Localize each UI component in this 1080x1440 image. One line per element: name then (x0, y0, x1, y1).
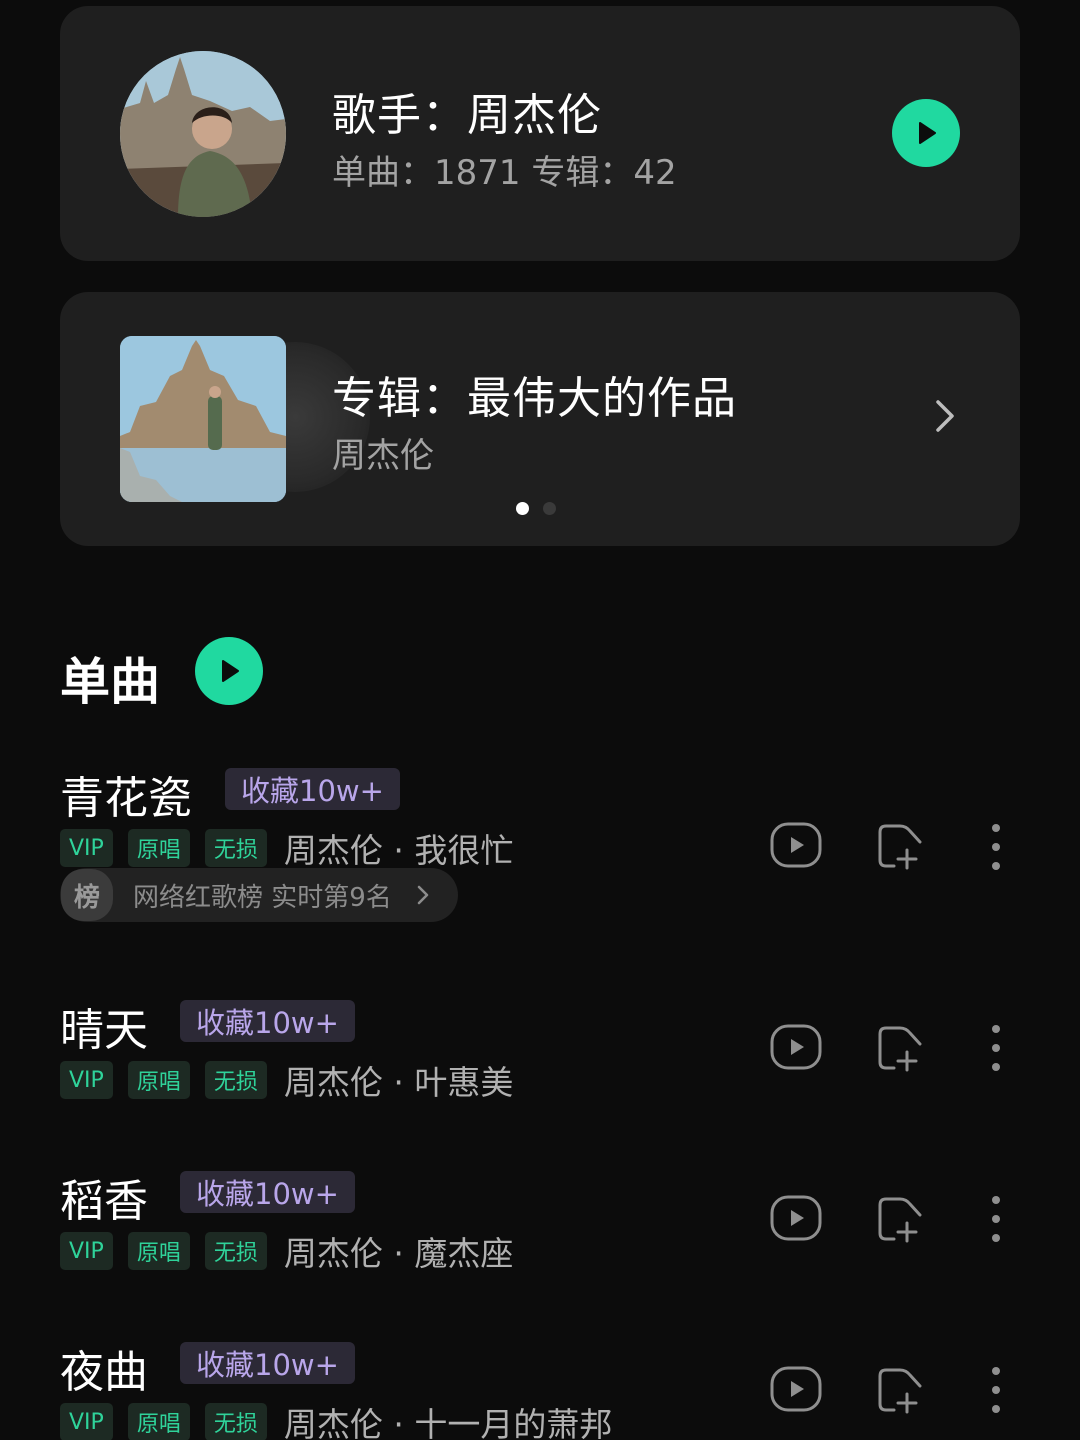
song-row[interactable]: 稻香 收藏10w+ VIP 原唱 无损 周杰伦 · 魔杰座 (60, 1165, 1020, 1275)
vip-tag: VIP (60, 829, 113, 867)
section-title: 单曲 (60, 653, 160, 711)
more-vertical-icon[interactable] (990, 1025, 1002, 1075)
vip-tag: VIP (60, 1232, 113, 1270)
album-title: 专辑：最伟大的作品 (332, 373, 737, 424)
song-tags: VIP 原唱 无损 周杰伦 · 十一月的萧邦 (60, 1398, 612, 1440)
play-icon (919, 122, 936, 144)
artist-card[interactable]: 歌手：周杰伦 单曲：1871 专辑：42 (60, 6, 1020, 261)
song-tags: VIP 原唱 无损 周杰伦 · 叶惠美 (60, 1056, 513, 1104)
lossless-tag: 无损 (204, 1403, 267, 1440)
carousel-dot-active (516, 502, 529, 515)
play-icon[interactable] (770, 822, 822, 872)
artist-search-page: 歌手：周杰伦 单曲：1871 专辑：42 专辑：最伟大的作品 周杰伦 单曲 青花… (0, 0, 1080, 1440)
play-all-button[interactable] (195, 637, 263, 705)
song-title: 青花瓷 (60, 773, 192, 824)
carousel-dot (543, 502, 556, 515)
add-to-playlist-icon[interactable] (876, 822, 926, 874)
lossless-tag: 无损 (204, 1232, 267, 1270)
song-row[interactable]: 晴天 收藏10w+ VIP 原唱 无损 周杰伦 · 叶惠美 (60, 994, 1020, 1104)
song-title: 稻香 (60, 1176, 148, 1227)
artist-title: 歌手：周杰伦 (332, 90, 602, 141)
album-artist: 周杰伦 (332, 436, 434, 476)
album-cover (120, 336, 286, 502)
original-tag: 原唱 (127, 1232, 190, 1270)
song-tags: VIP 原唱 无损 周杰伦 · 我很忙 (60, 824, 513, 872)
artist-play-button[interactable] (892, 99, 960, 167)
add-to-playlist-icon[interactable] (876, 1024, 926, 1076)
album-card[interactable]: 专辑：最伟大的作品 周杰伦 (60, 292, 1020, 546)
vip-tag: VIP (60, 1061, 113, 1099)
song-title: 夜曲 (60, 1347, 148, 1398)
lossless-tag: 无损 (204, 829, 267, 867)
play-icon (222, 660, 239, 682)
chevron-right-icon[interactable] (932, 396, 958, 440)
original-tag: 原唱 (127, 1061, 190, 1099)
song-artist-album: 周杰伦 · 我很忙 (283, 831, 514, 870)
original-tag: 原唱 (127, 829, 190, 867)
play-icon[interactable] (770, 1024, 822, 1074)
chart-rank-pill[interactable]: 榜 网络红歌榜 实时第9名 (60, 868, 458, 922)
song-row[interactable]: 夜曲 收藏10w+ VIP 原唱 无损 周杰伦 · 十一月的萧邦 (60, 1336, 1020, 1440)
song-tags: VIP 原唱 无损 周杰伦 · 魔杰座 (60, 1227, 513, 1275)
more-vertical-icon[interactable] (990, 824, 1002, 874)
vip-tag: VIP (60, 1403, 113, 1440)
play-icon[interactable] (770, 1195, 822, 1245)
carousel-indicator (516, 502, 556, 515)
artist-stats: 单曲：1871 专辑：42 (332, 153, 677, 193)
fav-count-badge: 收藏10w+ (180, 1171, 355, 1213)
original-tag: 原唱 (127, 1403, 190, 1440)
more-vertical-icon[interactable] (990, 1196, 1002, 1246)
fav-count-badge: 收藏10w+ (180, 1000, 355, 1042)
more-vertical-icon[interactable] (990, 1367, 1002, 1417)
song-artist-album: 周杰伦 · 叶惠美 (283, 1063, 514, 1102)
play-icon[interactable] (770, 1366, 822, 1416)
song-row[interactable]: 青花瓷 收藏10w+ VIP 原唱 无损 周杰伦 · 我很忙 榜 网络红歌榜 实… (60, 762, 1020, 932)
add-to-playlist-icon[interactable] (876, 1366, 926, 1418)
chevron-right-icon (416, 884, 430, 906)
song-title: 晴天 (60, 1005, 148, 1056)
fav-count-badge: 收藏10w+ (225, 768, 400, 810)
fav-count-badge: 收藏10w+ (180, 1342, 355, 1384)
song-artist-album: 周杰伦 · 十一月的萧邦 (283, 1405, 613, 1440)
rank-badge: 榜 (61, 869, 113, 921)
artist-avatar (120, 51, 286, 217)
rank-text: 网络红歌榜 实时第9名 (133, 882, 392, 913)
song-artist-album: 周杰伦 · 魔杰座 (283, 1234, 514, 1273)
add-to-playlist-icon[interactable] (876, 1195, 926, 1247)
lossless-tag: 无损 (204, 1061, 267, 1099)
